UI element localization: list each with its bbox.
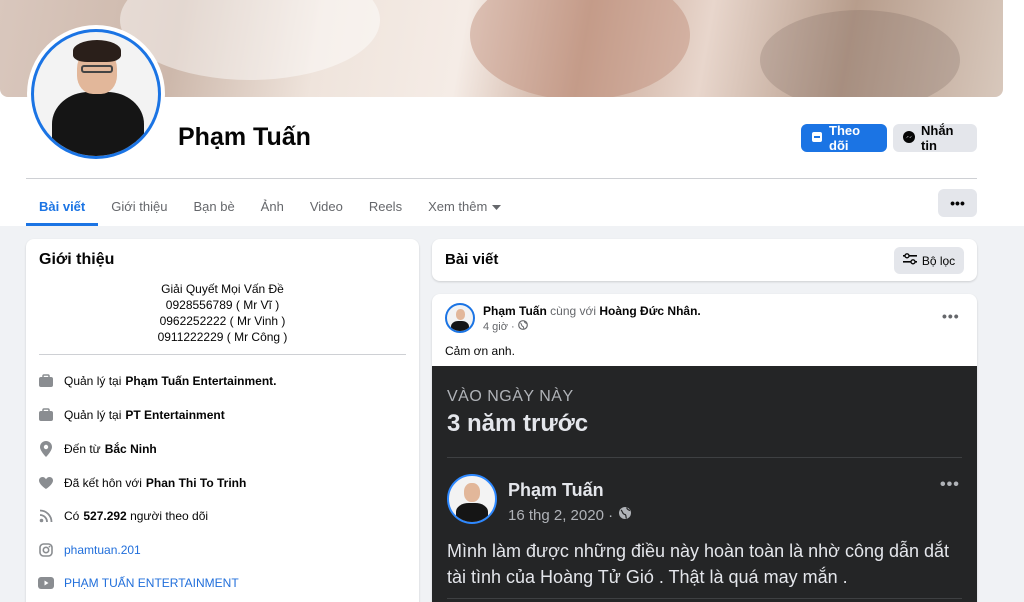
tab-label: Ảnh bbox=[260, 198, 284, 214]
post-meta: 4 giờ · bbox=[483, 320, 528, 333]
intro-followers: Có 527.292 người theo dõi bbox=[37, 506, 208, 526]
tab-label: Video bbox=[309, 198, 343, 214]
intro-work-2: Quản lý tại PT Entertainment bbox=[37, 405, 225, 425]
memory-text: Mình làm được những điều này hoàn toàn l… bbox=[447, 541, 950, 587]
intro-prefix: Đã kết hôn với bbox=[64, 476, 142, 490]
memory-label: VÀO NGÀY NÀY bbox=[447, 388, 574, 405]
memory-card[interactable]: VÀO NGÀY NÀY 3 năm trước Phạm Tuấn 16 th… bbox=[432, 366, 977, 602]
filter-icon bbox=[902, 253, 917, 268]
tab-posts[interactable]: Bài viết bbox=[26, 186, 99, 226]
location-pin-icon bbox=[37, 440, 55, 458]
tab-video[interactable]: Video bbox=[297, 186, 356, 226]
post-options-button[interactable]: ••• bbox=[942, 308, 960, 324]
profile-tabs: Bài viết Giới thiệu Bạn bè Ảnh Video Ree… bbox=[26, 186, 514, 226]
tab-more[interactable]: Xem thêm bbox=[415, 186, 514, 226]
briefcase-icon bbox=[37, 406, 55, 424]
briefcase-icon bbox=[37, 372, 55, 390]
intro-card: Giới thiệu Giải Quyết Mọi Vấn Đề 0928556… bbox=[26, 239, 419, 602]
bio-line: Giải Quyết Mọi Vấn Đề bbox=[161, 282, 284, 296]
memory-date-text[interactable]: 16 thg 2, 2020 · bbox=[508, 507, 613, 524]
globe-icon bbox=[517, 320, 528, 333]
post-author-line: Phạm Tuấn cùng với Hoàng Đức Nhân. bbox=[483, 304, 701, 318]
post-with-text: cùng với bbox=[550, 304, 597, 318]
memory-when: 3 năm trước bbox=[447, 410, 589, 437]
bio-line: 0962252222 ( Mr Vinh ) bbox=[159, 314, 286, 328]
bio-line: 0928556789 ( Mr Vĩ ) bbox=[165, 298, 280, 312]
tab-friends[interactable]: Bạn bè bbox=[180, 186, 247, 226]
memory-author-name[interactable]: Phạm Tuấn bbox=[508, 480, 604, 501]
intro-title: Giới thiệu bbox=[39, 251, 115, 268]
intro-prefix: Quản lý tại bbox=[64, 374, 122, 388]
intro-value[interactable]: Bắc Ninh bbox=[105, 442, 157, 456]
follow-icon bbox=[810, 130, 824, 147]
heart-icon bbox=[37, 474, 55, 492]
tab-label: Reels bbox=[368, 198, 403, 214]
rss-icon bbox=[37, 507, 55, 525]
memory-author-avatar[interactable] bbox=[447, 474, 497, 524]
profile-name: Phạm Tuấn bbox=[178, 123, 311, 151]
tab-label: Giới thiệu bbox=[111, 198, 168, 214]
memory-date: 16 thg 2, 2020 · bbox=[508, 506, 632, 524]
memory-options-button[interactable]: ••• bbox=[940, 476, 960, 494]
post-time[interactable]: 4 giờ · bbox=[483, 321, 515, 333]
intro-hometown: Đến từ Bắc Ninh bbox=[37, 439, 157, 459]
tab-about[interactable]: Giới thiệu bbox=[98, 186, 180, 226]
intro-value[interactable]: PT Entertainment bbox=[125, 408, 224, 422]
message-label: Nhắn tin bbox=[921, 123, 954, 153]
instagram-icon bbox=[37, 541, 55, 559]
posts-header-card: Bài viết Bộ lọc bbox=[432, 239, 977, 281]
globe-icon bbox=[618, 506, 632, 524]
intro-suffix: người theo dõi bbox=[130, 509, 209, 523]
tab-label: Bạn bè bbox=[193, 198, 235, 214]
more-options-button[interactable]: ••• bbox=[938, 189, 977, 217]
tab-label: Xem thêm bbox=[428, 198, 488, 214]
intro-youtube: PHẠM TUẤN ENTERTAINMENT bbox=[37, 573, 239, 593]
posts-title: Bài viết bbox=[445, 251, 499, 268]
intro-relationship: Đã kết hôn với Phan Thi To Trinh bbox=[37, 473, 246, 493]
filter-button[interactable]: Bộ lọc bbox=[894, 247, 964, 274]
tab-photos[interactable]: Ảnh bbox=[248, 186, 297, 226]
header-divider bbox=[26, 178, 977, 179]
intro-value[interactable]: Phan Thi To Trinh bbox=[146, 476, 246, 490]
tab-reels[interactable]: Reels bbox=[356, 186, 415, 226]
intro-prefix: Đến từ bbox=[64, 442, 101, 456]
instagram-link[interactable]: phamtuan.201 bbox=[64, 543, 141, 557]
profile-avatar[interactable] bbox=[27, 25, 165, 163]
post-tagged-name[interactable]: Hoàng Đức Nhân. bbox=[599, 304, 700, 318]
follow-label: Theo dõi bbox=[829, 123, 861, 153]
bio-text: Giải Quyết Mọi Vấn Đề 0928556789 ( Mr Vĩ… bbox=[39, 281, 406, 345]
tab-label: Bài viết bbox=[39, 198, 86, 214]
intro-instagram: phamtuan.201 bbox=[37, 540, 141, 560]
intro-prefix: Có bbox=[64, 509, 80, 523]
intro-value[interactable]: Phạm Tuấn Entertainment. bbox=[125, 374, 276, 388]
memory-bottom-divider bbox=[447, 598, 962, 599]
post-text: Cảm ơn anh. bbox=[445, 344, 515, 358]
post-card: Phạm Tuấn cùng với Hoàng Đức Nhân. 4 giờ… bbox=[432, 294, 977, 602]
filter-label: Bộ lọc bbox=[921, 253, 956, 268]
message-button[interactable]: Nhắn tin bbox=[893, 123, 977, 153]
intro-prefix: Quản lý tại bbox=[64, 408, 122, 422]
follower-count: 527.292 bbox=[83, 509, 127, 523]
caret-down-icon bbox=[492, 199, 502, 214]
youtube-icon bbox=[37, 574, 55, 592]
intro-divider bbox=[39, 354, 406, 355]
youtube-link[interactable]: PHẠM TUẤN ENTERTAINMENT bbox=[64, 576, 239, 590]
memory-divider bbox=[447, 457, 962, 458]
intro-work-1: Quản lý tại Phạm Tuấn Entertainment. bbox=[37, 371, 277, 391]
bio-line: 0911222229 ( Mr Công ) bbox=[157, 330, 288, 344]
follow-button[interactable]: Theo dõi bbox=[801, 123, 887, 153]
post-author-name[interactable]: Phạm Tuấn bbox=[483, 304, 547, 318]
post-author-avatar[interactable] bbox=[445, 303, 475, 333]
messenger-icon bbox=[902, 130, 916, 147]
